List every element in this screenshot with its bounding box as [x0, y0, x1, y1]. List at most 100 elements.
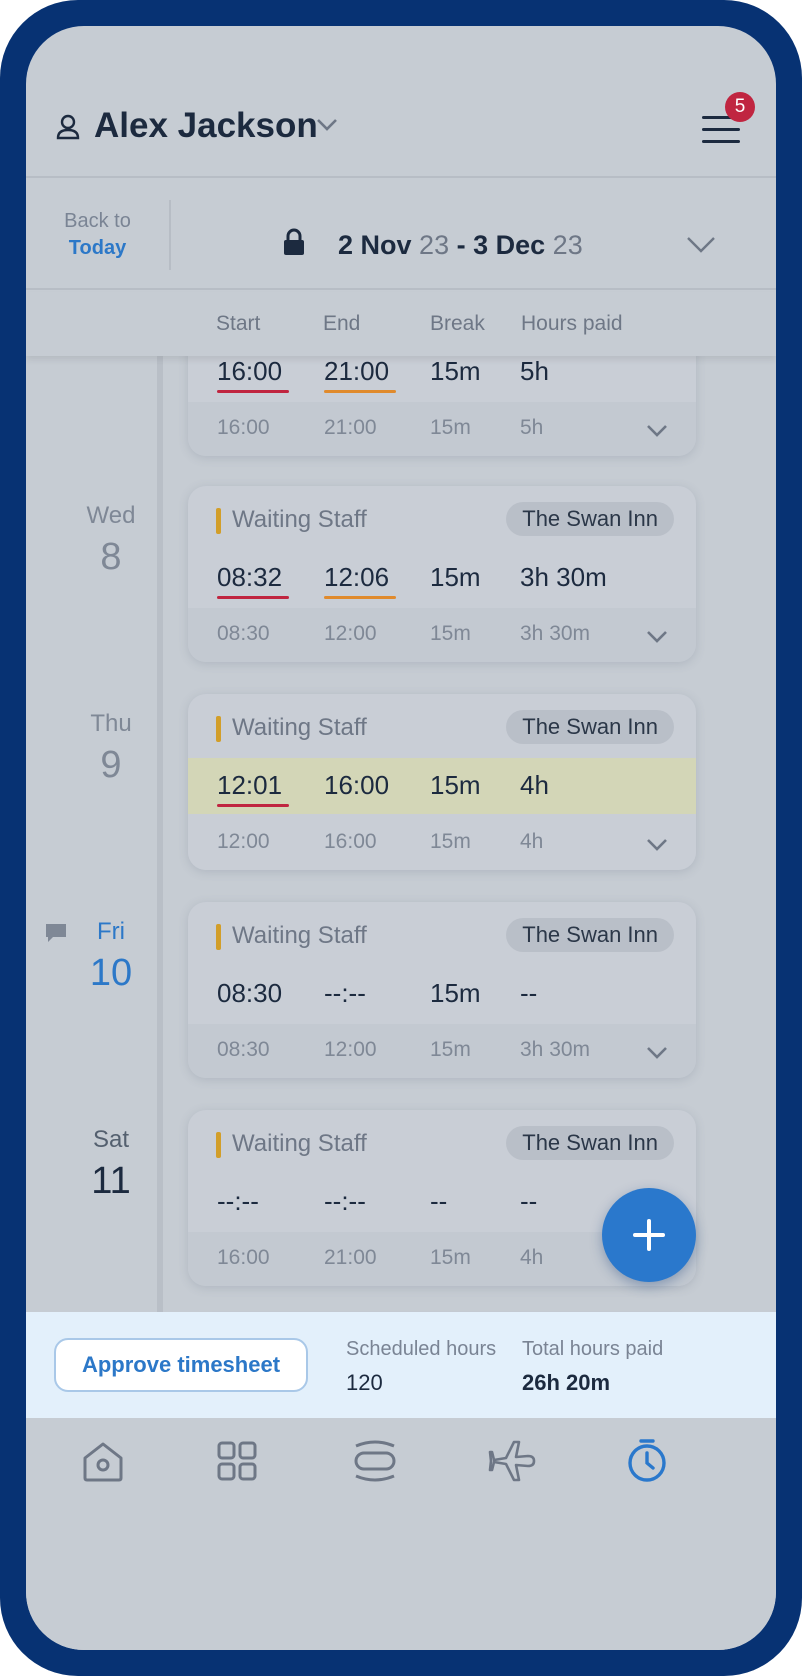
actual-end[interactable]: --:-- — [324, 1186, 366, 1217]
scheduled-break: 15m — [430, 416, 471, 439]
scheduled-break: 15m — [430, 1246, 471, 1269]
role-color-bar — [216, 508, 221, 534]
user-icon — [56, 114, 80, 140]
actual-break: 15m — [430, 770, 481, 800]
app-header: Alex Jackson 5 — [26, 26, 776, 178]
shift-card[interactable]: Waiting Staff The Swan Inn 08:32 12:06 1… — [188, 486, 696, 662]
scheduled-row: 08:30 12:00 15m 3h 30m — [188, 1024, 696, 1078]
bottom-tab-bar — [26, 1418, 776, 1650]
day-label: Sat 11 — [46, 1126, 176, 1203]
device-frame: Alex Jackson 5 Back to Today 2 Nov 23 - … — [0, 0, 802, 1676]
role-name: Waiting Staff — [232, 922, 367, 949]
back-to-today-button[interactable]: Back to Today — [26, 180, 169, 290]
scheduled-start: 16:00 — [217, 416, 270, 439]
early-underline — [324, 390, 396, 393]
scheduled-hours-value: 120 — [346, 1370, 383, 1395]
chevron-down-icon[interactable] — [316, 118, 338, 132]
chevron-down-icon[interactable] — [646, 424, 668, 438]
actual-row: 08:32 12:06 15m 3h 30m — [188, 550, 696, 606]
column-start: Start — [216, 312, 261, 335]
scheduled-end: 12:00 — [324, 622, 377, 645]
plane-icon[interactable] — [488, 1436, 538, 1486]
scheduled-hours: 4h — [520, 1246, 544, 1269]
column-end: End — [323, 312, 361, 335]
range-separator: - — [449, 230, 474, 260]
venue-tag: The Swan Inn — [506, 502, 674, 536]
actual-break: -- — [430, 1186, 448, 1216]
early-underline — [324, 596, 396, 599]
chevron-down-icon[interactable] — [646, 838, 668, 852]
actual-start[interactable]: 16:00 — [217, 356, 282, 387]
scheduled-end: 16:00 — [324, 830, 377, 853]
scheduled-hours: 4h — [520, 830, 544, 853]
chevron-down-icon[interactable] — [646, 630, 668, 644]
role-name: Waiting Staff — [232, 714, 367, 741]
scheduled-start: 08:30 — [217, 622, 270, 645]
scheduled-row: 16:00 21:00 15m 5h — [188, 402, 696, 456]
add-shift-button[interactable] — [602, 1188, 696, 1282]
late-underline — [217, 804, 289, 807]
scheduled-start: 12:00 — [217, 830, 270, 853]
actual-end[interactable]: 12:06 — [324, 562, 389, 593]
actual-start[interactable]: --:-- — [217, 1186, 259, 1217]
day-number: 8 — [100, 536, 122, 578]
scheduled-end: 21:00 — [324, 416, 377, 439]
actual-start[interactable]: 12:01 — [217, 770, 282, 801]
plus-icon — [633, 1219, 665, 1251]
chevron-down-icon[interactable] — [646, 1046, 668, 1060]
actual-row-highlighted: 12:01 16:00 15m 4h — [188, 758, 696, 814]
divider — [169, 200, 171, 270]
notification-badge: 5 — [725, 92, 755, 122]
actual-row: 08:30 --:-- 15m -- — [188, 966, 696, 1022]
role-name: Waiting Staff — [232, 506, 367, 533]
range-end-year: 23 — [552, 230, 583, 260]
day-label: Wed 8 — [46, 502, 176, 579]
actual-end[interactable]: 16:00 — [324, 770, 389, 801]
actual-start[interactable]: 08:30 — [217, 978, 282, 1009]
actual-hours: 3h 30m — [520, 562, 607, 592]
scheduled-hours: 3h 30m — [520, 1038, 591, 1061]
shift-card[interactable]: Waiting Staff The Swan Inn 08:30 --:-- 1… — [188, 902, 696, 1078]
timesheet-list[interactable]: 16:00 21:00 15m 5h 16:00 21:00 15m 5h We… — [26, 326, 776, 1336]
role-name: Waiting Staff — [232, 1130, 367, 1157]
actual-hours: -- — [520, 1186, 538, 1216]
scheduled-break: 15m — [430, 1038, 471, 1061]
day-name: Fri — [97, 918, 125, 945]
grid-icon[interactable] — [212, 1436, 262, 1486]
range-start-year: 23 — [419, 230, 450, 260]
chevron-down-icon[interactable] — [686, 236, 716, 254]
column-headers: Start End Break Hours paid — [26, 292, 776, 356]
scheduled-row: 12:00 16:00 15m 4h — [188, 816, 696, 870]
actual-hours: -- — [520, 978, 538, 1008]
actual-hours: 5h — [520, 356, 549, 386]
clock-icon[interactable] — [622, 1436, 672, 1486]
day-name: Thu — [90, 710, 132, 737]
actual-break: 15m — [430, 978, 481, 1008]
actual-end[interactable]: --:-- — [324, 978, 366, 1009]
shifts-icon[interactable] — [350, 1436, 400, 1486]
today-label: Today — [68, 237, 127, 259]
range-start: 2 Nov — [338, 230, 412, 260]
late-underline — [217, 596, 289, 599]
role-color-bar — [216, 716, 221, 742]
user-name[interactable]: Alex Jackson — [94, 106, 318, 146]
day-number: 9 — [100, 744, 122, 786]
actual-break: 15m — [430, 356, 481, 386]
lock-icon — [284, 228, 304, 255]
column-break: Break — [430, 312, 485, 335]
day-number: 10 — [89, 952, 133, 994]
back-to-label: Back to — [64, 210, 131, 232]
day-name: Wed — [86, 502, 136, 529]
scheduled-break: 15m — [430, 830, 471, 853]
scheduled-hours-label: Scheduled hours — [346, 1338, 497, 1360]
day-label-today: Fri 10 — [46, 918, 176, 995]
home-icon[interactable] — [78, 1436, 128, 1486]
actual-start[interactable]: 08:32 — [217, 562, 282, 593]
date-range[interactable]: 2 Nov 23 - 3 Dec 23 — [338, 230, 583, 261]
actual-end[interactable]: 21:00 — [324, 356, 389, 387]
day-label: Thu 9 — [46, 710, 176, 787]
approve-timesheet-button[interactable]: Approve timesheet — [54, 1338, 308, 1392]
scheduled-start: 16:00 — [217, 1246, 270, 1269]
venue-tag: The Swan Inn — [506, 918, 674, 952]
shift-card[interactable]: Waiting Staff The Swan Inn 12:01 16:00 1… — [188, 694, 696, 870]
